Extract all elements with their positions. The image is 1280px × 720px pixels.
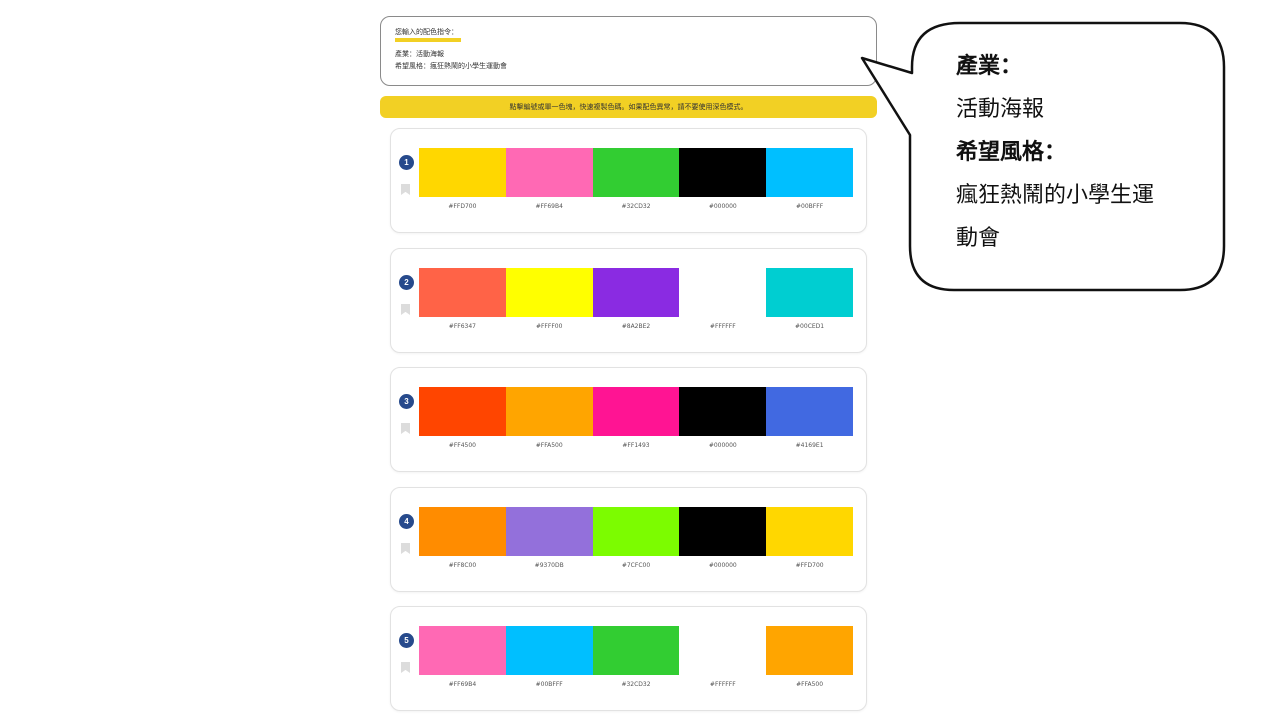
hex-code-label[interactable]: #FFFF00 <box>506 323 593 330</box>
callout-style-label: 希望風格： <box>956 140 1067 165</box>
color-swatch[interactable] <box>505 387 593 436</box>
hex-code-label[interactable]: #FFD700 <box>419 203 506 210</box>
color-swatch[interactable] <box>679 268 767 317</box>
color-swatch[interactable] <box>419 268 506 317</box>
input-summary-card: 您輸入的配色指令： 產業：活動海報 希望風格：瘋狂熱鬧的小學生運動會 <box>380 16 877 86</box>
color-swatch[interactable] <box>679 507 767 556</box>
palette-card-4: 4 #FF8C00 #9370DB #7CFC00 #000000 #FFD700 <box>390 487 867 592</box>
bookmark-icon[interactable] <box>401 304 410 315</box>
callout-industry-value: 活動海報 <box>956 97 1045 122</box>
hex-code-label[interactable]: #FFD700 <box>766 562 853 569</box>
hex-code-label[interactable]: #FF69B4 <box>419 681 506 688</box>
hex-code-row: #FFD700 #FF69B4 #32CD32 #000000 #00BFFF <box>419 203 853 210</box>
hex-code-row: #FF69B4 #00BFFF #32CD32 #FFFFFF #FFA500 <box>419 681 853 688</box>
palette-card-2: 2 #FF6347 #FFFF00 #8A2BE2 #FFFFFF #00CED1 <box>390 248 867 353</box>
hex-code-label[interactable]: #9370DB <box>506 562 593 569</box>
hex-code-label[interactable]: #FFFFFF <box>679 681 766 688</box>
hex-code-label[interactable]: #FF1493 <box>593 442 680 449</box>
color-swatch[interactable] <box>592 507 680 556</box>
hex-code-label[interactable]: #00CED1 <box>766 323 853 330</box>
color-swatch[interactable] <box>505 507 593 556</box>
hex-code-label[interactable]: #000000 <box>679 203 766 210</box>
hex-code-row: #FF8C00 #9370DB #7CFC00 #000000 #FFD700 <box>419 562 853 569</box>
hex-code-label[interactable]: #7CFC00 <box>593 562 680 569</box>
color-swatch[interactable] <box>419 148 506 197</box>
color-swatch[interactable] <box>592 387 680 436</box>
color-swatch[interactable] <box>505 148 593 197</box>
color-swatch[interactable] <box>592 268 680 317</box>
hex-code-label[interactable]: #FF6347 <box>419 323 506 330</box>
callout-style-value-line1: 瘋狂熱鬧的小學生運 <box>956 183 1155 208</box>
color-swatch[interactable] <box>766 626 853 675</box>
stage: 您輸入的配色指令： 產業：活動海報 希望風格：瘋狂熱鬧的小學生運動會 點擊編號或… <box>0 0 1280 720</box>
swatch-row <box>419 507 853 556</box>
hex-code-label[interactable]: #00BFFF <box>766 203 853 210</box>
input-industry-line: 產業：活動海報 <box>395 50 444 58</box>
color-swatch[interactable] <box>679 626 767 675</box>
callout-industry-label: 產業： <box>956 54 1023 79</box>
color-swatch[interactable] <box>679 148 767 197</box>
palette-card-3: 3 #FF4500 #FFA500 #FF1493 #000000 #4169E1 <box>390 367 867 472</box>
hex-code-label[interactable]: #FF4500 <box>419 442 506 449</box>
color-swatch[interactable] <box>679 387 767 436</box>
input-summary-title: 您輸入的配色指令： <box>395 28 458 36</box>
color-swatch[interactable] <box>592 626 680 675</box>
hex-code-label[interactable]: #FFFFFF <box>679 323 766 330</box>
color-swatch[interactable] <box>592 148 680 197</box>
color-swatch[interactable] <box>766 507 853 556</box>
color-swatch[interactable] <box>419 507 506 556</box>
hex-code-row: #FF4500 #FFA500 #FF1493 #000000 #4169E1 <box>419 442 853 449</box>
callout-style-value-line2: 動會 <box>956 226 1001 251</box>
swatch-row <box>419 626 853 675</box>
hex-code-label[interactable]: #FF8C00 <box>419 562 506 569</box>
hex-code-label[interactable]: #FFA500 <box>506 442 593 449</box>
hex-code-label[interactable]: #FF69B4 <box>506 203 593 210</box>
color-swatch[interactable] <box>766 387 853 436</box>
palette-card-1: 1 #FFD700 #FF69B4 #32CD32 #000000 #00BFFF <box>390 128 867 233</box>
hex-code-label[interactable]: #8A2BE2 <box>593 323 680 330</box>
palette-number-badge[interactable]: 5 <box>399 633 414 648</box>
color-swatch[interactable] <box>505 626 593 675</box>
bookmark-icon[interactable] <box>401 662 410 673</box>
palette-card-5: 5 #FF69B4 #00BFFF #32CD32 #FFFFFF #FFA500 <box>390 606 867 711</box>
swatch-row <box>419 148 853 197</box>
bookmark-icon[interactable] <box>401 184 410 195</box>
swatch-row <box>419 387 853 436</box>
color-swatch[interactable] <box>766 268 853 317</box>
color-swatch[interactable] <box>419 626 506 675</box>
hex-code-label[interactable]: #32CD32 <box>593 203 680 210</box>
hex-code-label[interactable]: #00BFFF <box>506 681 593 688</box>
title-underline <box>395 38 461 42</box>
color-swatch[interactable] <box>766 148 853 197</box>
hex-code-row: #FF6347 #FFFF00 #8A2BE2 #FFFFFF #00CED1 <box>419 323 853 330</box>
palette-number-badge[interactable]: 2 <box>399 275 414 290</box>
swatch-row <box>419 268 853 317</box>
speech-bubble-text: 產業： 活動海報 希望風格： 瘋狂熱鬧的小學生運 動會 <box>956 45 1196 260</box>
hex-code-label[interactable]: #32CD32 <box>593 681 680 688</box>
bookmark-icon[interactable] <box>401 543 410 554</box>
color-swatch[interactable] <box>419 387 506 436</box>
input-style-line: 希望風格：瘋狂熱鬧的小學生運動會 <box>395 62 507 70</box>
color-swatch[interactable] <box>505 268 593 317</box>
palette-number-badge[interactable]: 1 <box>399 155 414 170</box>
hex-code-label[interactable]: #000000 <box>679 442 766 449</box>
palette-number-badge[interactable]: 3 <box>399 394 414 409</box>
hex-code-label[interactable]: #4169E1 <box>766 442 853 449</box>
palette-number-badge[interactable]: 4 <box>399 514 414 529</box>
bookmark-icon[interactable] <box>401 423 410 434</box>
copy-hint-bar: 點擊編號或單一色塊，快速複製色碼。如果配色異常，請不要使用深色模式。 <box>380 96 877 118</box>
hex-code-label[interactable]: #000000 <box>679 562 766 569</box>
hex-code-label[interactable]: #FFA500 <box>766 681 853 688</box>
